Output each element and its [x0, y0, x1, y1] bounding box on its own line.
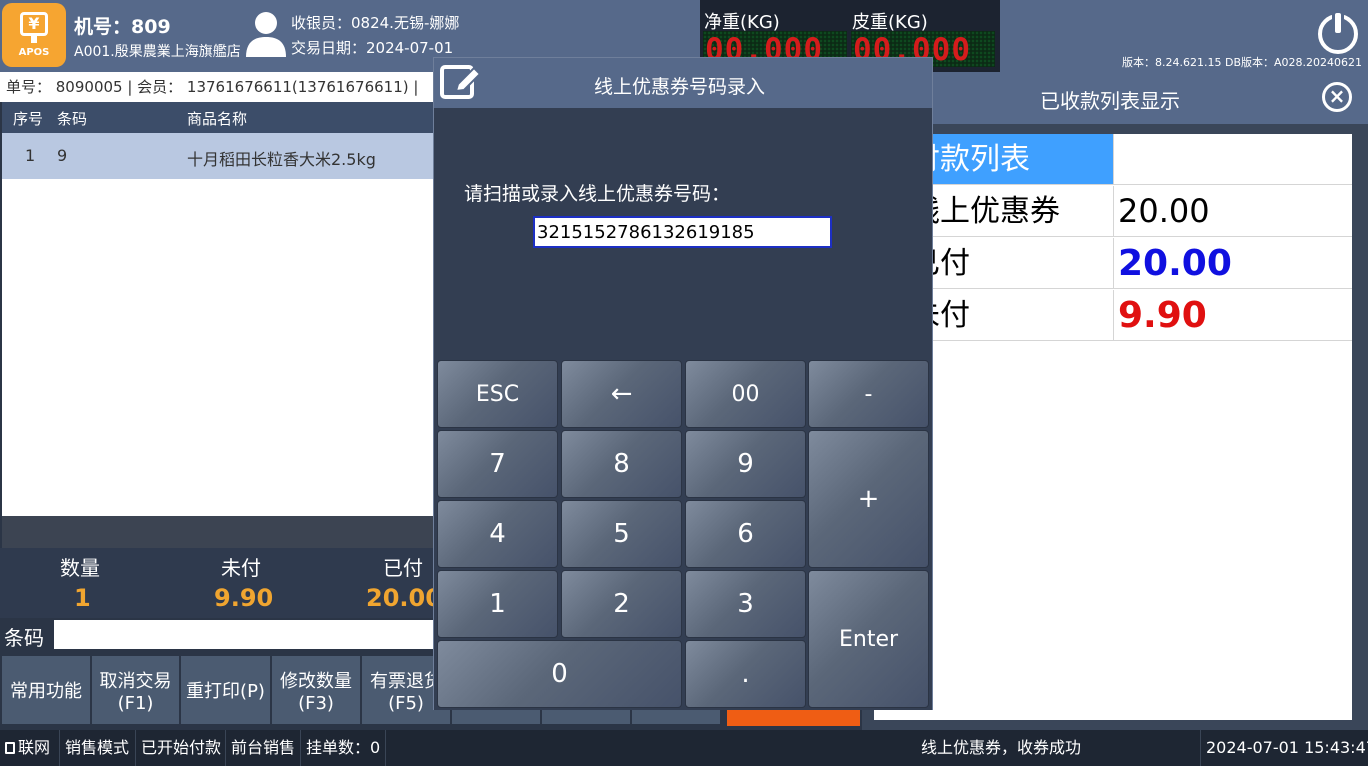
key-1[interactable]: 1 — [437, 570, 558, 638]
payment-value-cell: 20.00 — [1113, 238, 1352, 289]
trade-date: 交易日期：2024-07-01 — [291, 39, 454, 57]
logo-text: APOS — [18, 47, 50, 58]
key-7[interactable]: 7 — [437, 430, 558, 498]
machine-number: 机号：809 — [74, 16, 171, 38]
qty-label: 数量 — [60, 556, 100, 580]
apos-logo: ¥ APOS — [2, 3, 66, 67]
payment-list-table: 付款列表 线上优惠券 20.00 已付 20.00 未付 9.90 — [874, 134, 1352, 720]
dialog-titlebar: 线上优惠券号码录入 — [434, 58, 932, 108]
col-barcode: 条码 — [57, 110, 88, 128]
unpaid-value: 9.90 — [214, 584, 274, 612]
payment-list-panel: 已收款列表显示 × 付款列表 线上优惠券 20.00 已付 20.00 未付 9… — [862, 72, 1368, 730]
hold-count: 挂单数：0 — [301, 730, 386, 766]
key-8[interactable]: 8 — [561, 430, 682, 498]
payment-value-cell: 20.00 — [1113, 186, 1352, 237]
payment-value-cell: 9.90 — [1113, 290, 1352, 341]
grid-footer — [2, 516, 434, 548]
order-info-bar: 单号： 8090005 | 会员： 13761676611(1376167661… — [0, 72, 434, 102]
key-2[interactable]: 2 — [561, 570, 682, 638]
key-esc[interactable]: ESC — [437, 360, 558, 428]
barcode-row: 条码 — [0, 618, 434, 652]
row-name: 十月稻田长粒香大米2.5kg — [187, 150, 376, 169]
barcode-label: 条码 — [4, 626, 44, 650]
cashier-info: 收银员：0824.无锡-娜娜 — [291, 14, 460, 32]
col-name: 商品名称 — [187, 110, 248, 128]
version-info: 版本：8.24.621.15 DB版本：A028.20240621 — [1122, 56, 1362, 69]
network-icon — [5, 742, 15, 754]
key-0[interactable]: 0 — [437, 640, 682, 708]
grid-header: 序号 条码 商品名称 — [2, 102, 434, 133]
qty-value: 1 — [74, 584, 91, 612]
sales-type: 前台销售 — [226, 730, 301, 766]
paid-label: 已付 — [383, 556, 423, 580]
close-icon[interactable]: × — [1322, 82, 1352, 112]
cancel-transaction-button[interactable]: 取消交易 (F1) — [92, 656, 180, 724]
dialog-title: 线上优惠券号码录入 — [594, 76, 766, 98]
key-4[interactable]: 4 — [437, 500, 558, 568]
paid-value: 20.00 — [366, 584, 442, 612]
coupon-prompt: 请扫描或录入线上优惠券号码： — [464, 183, 731, 205]
key-minus[interactable]: - — [808, 360, 929, 428]
cash-register-icon: ¥ — [20, 12, 48, 36]
modify-quantity-button[interactable]: 修改数量 (F3) — [272, 656, 361, 724]
totals-panel: 数量 1 未付 9.90 已付 20.00 — [0, 548, 442, 620]
user-icon — [246, 12, 286, 57]
payment-list-title: 已收款列表显示 — [1040, 89, 1180, 113]
edit-icon — [440, 65, 480, 99]
store-name: A001.殷果農業上海旗艦店 — [74, 44, 241, 60]
key-3[interactable]: 3 — [685, 570, 806, 638]
power-icon[interactable] — [1318, 12, 1358, 54]
key-double-zero[interactable]: 00 — [685, 360, 806, 428]
key-plus[interactable]: + — [808, 430, 929, 568]
key-5[interactable]: 5 — [561, 500, 682, 568]
item-grid: 序号 条码 商品名称 1 9 十月稻田长粒香大米2.5kg — [2, 102, 434, 520]
status-message: 线上优惠券，收券成功 — [921, 738, 1082, 757]
key-dot[interactable]: . — [685, 640, 806, 708]
row-barcode: 9 — [57, 146, 68, 165]
network-status: 联网 — [0, 730, 60, 766]
datetime: 2024-07-01 15:43:47 — [1200, 730, 1368, 766]
key-backspace[interactable]: ← — [561, 360, 682, 428]
key-enter[interactable]: Enter — [808, 570, 929, 708]
barcode-input[interactable] — [54, 620, 434, 649]
coupon-code-input[interactable] — [533, 216, 832, 248]
key-6[interactable]: 6 — [685, 500, 806, 568]
sales-mode: 销售模式 — [60, 730, 136, 766]
coupon-entry-dialog: 线上优惠券号码录入 请扫描或录入线上优惠券号码： ESC ← 00 - 7 8 … — [433, 57, 933, 710]
row-index: 1 — [25, 146, 36, 165]
reprint-button[interactable]: 重打印(P) — [181, 656, 271, 724]
table-row[interactable]: 1 9 十月稻田长粒香大米2.5kg — [2, 133, 434, 179]
numeric-keypad: ESC ← 00 - 7 8 9 + 4 5 6 1 2 3 Enter 0 . — [434, 358, 932, 710]
col-index: 序号 — [13, 110, 44, 128]
payment-state: 已开始付款 — [136, 730, 226, 766]
unpaid-label: 未付 — [221, 556, 261, 580]
key-9[interactable]: 9 — [685, 430, 806, 498]
status-bar: 联网 销售模式 已开始付款 前台销售 挂单数：0 线上优惠券，收券成功 2024… — [0, 730, 1368, 766]
payment-value-cell — [1113, 134, 1352, 185]
payment-list-header: 已收款列表显示 × — [862, 72, 1368, 124]
common-functions-button[interactable]: 常用功能 — [2, 656, 91, 724]
